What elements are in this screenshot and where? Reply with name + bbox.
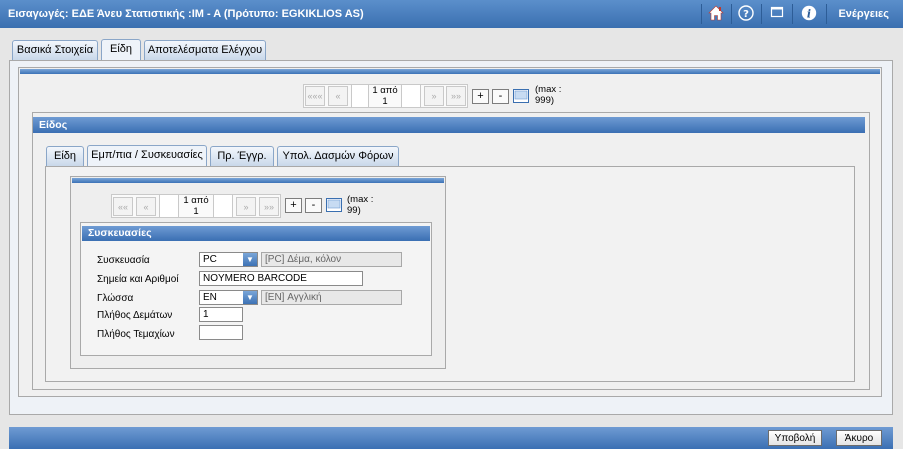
svg-text:i: i [807, 8, 811, 21]
help-icon[interactable]: ? [737, 5, 755, 23]
nav-spacer [213, 194, 233, 218]
page-indicator: 1 από 1 [372, 85, 401, 107]
bundles-input[interactable]: 1 [199, 307, 243, 322]
grid-view-icon[interactable] [326, 198, 342, 212]
svg-text:?: ? [743, 9, 749, 20]
submit-button[interactable]: Υποβολή [768, 430, 822, 446]
page-title: Εισαγωγές: ΕΔΕ Άνευ Στατιστικής :IM - A … [8, 8, 364, 20]
window-icon[interactable] [768, 5, 786, 23]
package-page-indicator: 1 από 1 [183, 195, 209, 217]
first-package-button[interactable]: «« [113, 197, 133, 216]
packaging-header-bar [72, 178, 444, 183]
nav-spacer [351, 84, 369, 108]
tab-items[interactable]: Είδη [101, 39, 141, 60]
footer-bar [9, 427, 893, 449]
tab-duties-calc[interactable]: Υπολ. Δασμών Φόρων [277, 146, 399, 166]
packaging-header: Συσκευασίες [82, 226, 430, 241]
toolbar-separator [792, 4, 793, 24]
package-description: [PC] Δέμα, κόλον [261, 252, 402, 267]
first-record-button[interactable]: ««« [305, 86, 325, 106]
last-record-button[interactable]: »» [446, 86, 466, 106]
language-label: Γλώσσα [97, 293, 134, 304]
prev-record-button[interactable]: « [328, 86, 348, 106]
last-package-button[interactable]: »» [259, 197, 279, 216]
info-icon[interactable]: i [800, 5, 818, 23]
tab-check-results[interactable]: Αποτελέσματα Ελέγχου [144, 40, 266, 60]
marks-input[interactable]: NOYMERO BARCODE [199, 271, 363, 286]
home-icon[interactable] [707, 5, 725, 23]
actions-menu[interactable]: Ενέργειες [838, 8, 889, 20]
tab-packaging[interactable]: Εμπ/πια / Συσκευασίες [87, 145, 207, 166]
chevron-down-icon[interactable]: ▼ [243, 291, 257, 304]
max-packages-note: (max : 99) [347, 194, 374, 216]
tab-docs[interactable]: Πρ. Έγγρ. [210, 146, 274, 166]
remove-package-button[interactable]: - [305, 198, 322, 213]
package-code: PC [203, 254, 217, 265]
pieces-label: Πλήθος Τεμαχίων [97, 329, 175, 340]
next-package-button[interactable]: » [236, 197, 256, 216]
toolbar-separator [761, 4, 762, 24]
marks-label: Σημεία και Αριθμοί [97, 274, 179, 285]
chevron-down-icon[interactable]: ▼ [243, 253, 257, 266]
pieces-input[interactable] [199, 325, 243, 340]
nav-spacer [401, 84, 421, 108]
bundles-label: Πλήθος Δεμάτων [97, 310, 173, 321]
add-package-button[interactable]: + [285, 198, 302, 213]
title-bar: Εισαγωγές: ΕΔΕ Άνευ Στατιστικής :IM - A … [0, 0, 903, 28]
cancel-button[interactable]: Άκυρο [836, 430, 882, 446]
item-section-header: Είδος [33, 117, 865, 133]
language-description: [EN] Αγγλική [261, 290, 402, 305]
add-record-button[interactable]: + [472, 89, 489, 104]
toolbar-separator [826, 4, 827, 24]
max-records-note: (max : 999) [535, 84, 562, 106]
tab-sub-items[interactable]: Είδη [46, 146, 84, 166]
toolbar-separator [731, 4, 732, 24]
nav-spacer [159, 194, 179, 218]
grid-view-icon[interactable] [513, 89, 529, 103]
language-code: EN [203, 292, 217, 303]
remove-record-button[interactable]: - [492, 89, 509, 104]
panel-header-bar [20, 69, 880, 74]
next-record-button[interactable]: » [424, 86, 444, 106]
package-label: Συσκευασία [97, 255, 150, 266]
prev-package-button[interactable]: « [136, 197, 156, 216]
tab-basic-info[interactable]: Βασικά Στοιχεία [12, 40, 98, 60]
toolbar-separator [701, 4, 702, 24]
